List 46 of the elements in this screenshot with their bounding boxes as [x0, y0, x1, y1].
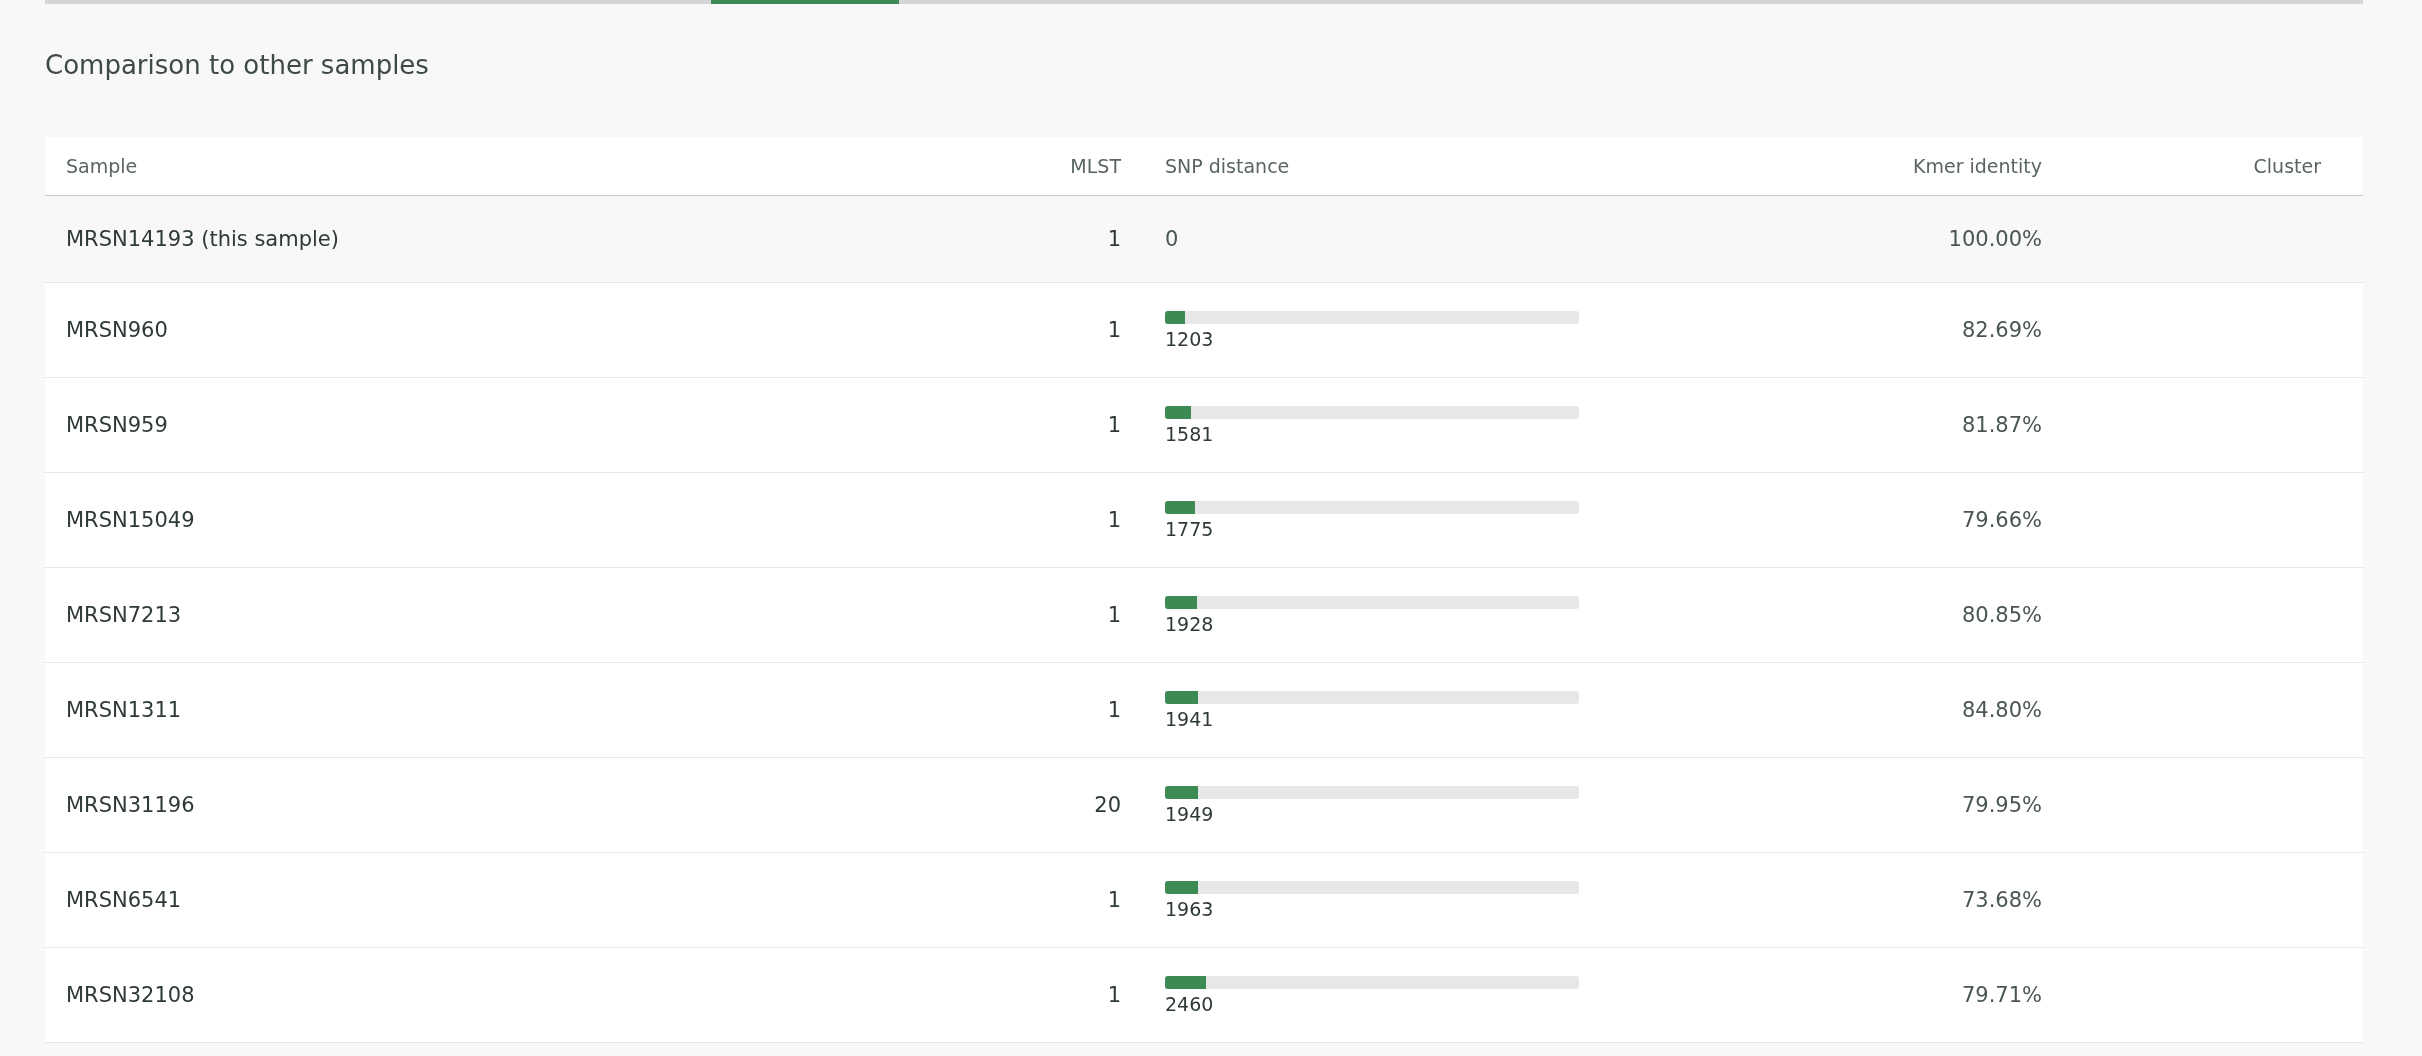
snp-distance: 1581: [1165, 422, 1214, 445]
snp-distance: 0: [1165, 227, 1179, 251]
sample-name: MRSN31196: [66, 793, 195, 817]
mlst-value: 20: [1094, 793, 1121, 817]
sample-name: MRSN960: [66, 318, 168, 342]
mlst-value: 1: [1107, 603, 1121, 627]
mlst-value: 1: [1107, 227, 1121, 251]
kmer-identity: 81.87%: [1961, 413, 2042, 437]
kmer-identity: 79.66%: [1961, 508, 2042, 532]
tab[interactable]: [45, 0, 267, 4]
snp-distance: 1949: [1165, 802, 1214, 825]
mlst-value: 1: [1107, 698, 1121, 722]
kmer-identity: 73.68%: [1961, 888, 2042, 912]
kmer-identity: 82.69%: [1961, 318, 2042, 342]
kmer-identity: 79.95%: [1961, 793, 2042, 817]
sample-name: MRSN7213: [66, 603, 182, 627]
column-header: Sample: [66, 155, 138, 177]
snp-distance: 1928: [1165, 612, 1214, 635]
snp-distance: 1963: [1165, 897, 1214, 920]
column-header: Cluster: [2253, 155, 2321, 177]
kmer-identity: 79.71%: [1961, 983, 2042, 1007]
sample-name: MRSN6541: [66, 888, 182, 912]
kmer-identity: 100.00%: [1948, 227, 2042, 251]
snp-distance: 2460: [1165, 992, 1214, 1015]
mlst-value: 1: [1107, 318, 1121, 342]
sample-name: MRSN959: [66, 413, 168, 437]
kmer-identity: 84.80%: [1961, 698, 2042, 722]
mlst-value: 1: [1107, 508, 1121, 532]
column-header: SNP distance: [1165, 155, 1290, 177]
kmer-identity: 80.85%: [1961, 603, 2042, 627]
snp-distance: 1203: [1165, 327, 1214, 350]
tab[interactable]: [711, 0, 899, 4]
sample-name: MRSN15049: [66, 508, 195, 532]
column-header: Kmer identity: [1913, 155, 2042, 177]
column-header: MLST: [1070, 155, 1121, 177]
snp-distance: 1941: [1165, 707, 1214, 730]
snp-distance: 1775: [1165, 517, 1214, 540]
sample-name: MRSN1311: [66, 698, 182, 722]
section-heading: Comparison to other samples: [45, 50, 429, 80]
sample-name: MRSN14193 (this sample): [66, 227, 339, 251]
tab[interactable]: [489, 0, 711, 4]
tab[interactable]: [267, 0, 489, 4]
mlst-value: 1: [1107, 413, 1121, 437]
sample-name: MRSN32108: [66, 983, 195, 1007]
mlst-value: 1: [1107, 983, 1121, 1007]
mlst-value: 1: [1107, 888, 1121, 912]
